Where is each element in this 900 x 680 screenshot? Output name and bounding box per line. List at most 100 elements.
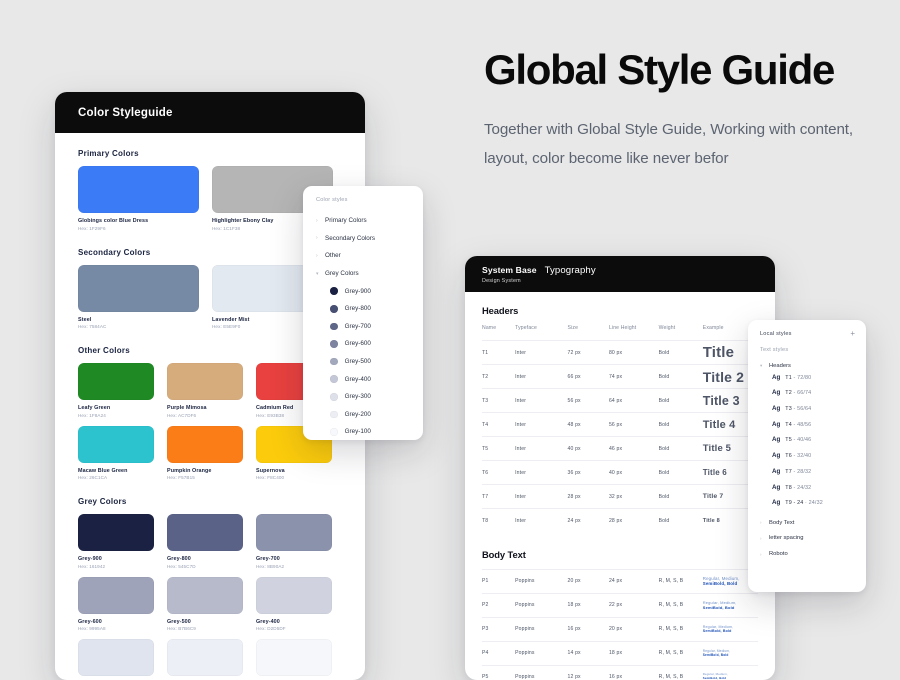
color-styles-item-label: Grey-900 — [345, 288, 371, 295]
color-swatch-hex: Hex: F8C400 — [256, 475, 332, 480]
local-styles-header: Local styles + — [748, 330, 866, 338]
color-swatch[interactable]: Grey-400Hex: D2D5DF — [256, 577, 332, 632]
local-styles-group-headers[interactable]: ▾ Headers — [748, 358, 866, 374]
color-swatch[interactable]: Grey-800Hex: 545C7D — [167, 514, 243, 569]
color-styles-item-label: Grey-500 — [345, 358, 371, 365]
color-styles-item-label: Grey-700 — [345, 323, 371, 330]
typography-card-body: Headers NameTypefaceSizeLine HeightWeigh… — [465, 292, 775, 680]
color-swatch[interactable]: Leafy GreenHex: 1F8A24 — [78, 363, 154, 418]
chevron-right-icon: › — [316, 253, 325, 259]
color-swatch[interactable]: Grey-200Hex: E1F1F8 — [167, 639, 243, 680]
color-swatch-chip[interactable] — [167, 577, 243, 614]
color-styles-item[interactable]: Grey-100 — [303, 423, 423, 441]
color-swatch[interactable]: Grey-300Hex: D8E5ED — [78, 639, 154, 680]
color-swatch-chip[interactable] — [167, 363, 243, 400]
color-swatch[interactable]: Globings color Blue DressHex: 1F29F6 — [78, 166, 199, 231]
color-styles-item[interactable]: Grey-900 — [303, 282, 423, 300]
color-swatch-hex: Hex: 545C7D — [167, 564, 243, 569]
color-swatch[interactable]: Grey-600Hex: 9995A8 — [78, 577, 154, 632]
cell-typeface: Inter — [515, 437, 567, 461]
color-swatch-chip[interactable] — [256, 639, 332, 676]
local-styles-item-meta: T3 - 56/64 — [785, 406, 811, 412]
color-swatch[interactable]: Grey-900Hex: 161942 — [78, 514, 154, 569]
color-styles-item[interactable]: Grey-700 — [303, 318, 423, 336]
local-styles-item[interactable]: AgT3 - 56/64 — [748, 405, 866, 421]
color-styles-item[interactable]: Grey-500 — [303, 353, 423, 371]
table-column-header: Size — [568, 325, 609, 341]
color-swatch[interactable]: SteelHex: 7584AC — [78, 265, 199, 330]
color-swatch[interactable]: Grey-100Hex: F8F9FD — [256, 639, 332, 680]
color-styles-group[interactable]: ▾Grey Colors — [303, 265, 423, 283]
cell-name: T1 — [482, 341, 515, 365]
local-styles-item[interactable]: AgT4 - 48/56 — [748, 421, 866, 437]
color-styles-item[interactable]: Grey-400 — [303, 370, 423, 388]
local-styles-item[interactable]: AgT2 - 66/74 — [748, 389, 866, 405]
color-swatch[interactable]: Grey-700Hex: 8B90A2 — [256, 514, 332, 569]
color-swatch-chip[interactable] — [78, 639, 154, 676]
color-styles-group-list: ›Primary Colors›Secondary Colors›Other▾G… — [303, 212, 423, 282]
color-dot-icon — [330, 358, 338, 366]
color-swatch-hex: Hex: 1F29F6 — [78, 226, 199, 231]
cell-typeface: Inter — [515, 461, 567, 485]
color-swatch-chip[interactable] — [78, 514, 154, 551]
headers-table-body: T1Inter72 px80 pxBoldTitleT2Inter66 px74… — [482, 341, 758, 533]
color-swatch-chip[interactable] — [78, 265, 199, 312]
cell-typeface: Poppins — [515, 569, 567, 593]
table-row: T4Inter48 px56 pxBoldTitle 4 — [482, 413, 758, 437]
local-styles-item-list: AgT1 - 72/80AgT2 - 66/74AgT3 - 56/64AgT4… — [748, 374, 866, 515]
color-styles-group[interactable]: ›Other — [303, 247, 423, 265]
color-swatch-chip[interactable] — [167, 514, 243, 551]
local-styles-item[interactable]: AgT6 - 32/40 — [748, 452, 866, 468]
color-swatch-chip[interactable] — [78, 426, 154, 463]
table-row: P4Poppins14 px18 pxR, M, S, BRegular, Me… — [482, 641, 758, 665]
cell-size: 14 px — [568, 641, 609, 665]
color-styles-group[interactable]: ›Secondary Colors — [303, 230, 423, 248]
color-swatch[interactable]: Purple MimosaHex: AC7DF6 — [167, 363, 243, 418]
cell-example: Regular, Medium,SemiBold, Bold — [703, 665, 758, 680]
cell-size: 12 px — [568, 665, 609, 680]
color-styles-item[interactable]: Grey-300 — [303, 388, 423, 406]
local-styles-item[interactable]: AgT1 - 72/80 — [748, 374, 866, 390]
color-styles-group[interactable]: ›Primary Colors — [303, 212, 423, 230]
local-styles-group[interactable]: ›letter spacing — [748, 531, 866, 547]
color-swatch-chip[interactable] — [256, 577, 332, 614]
color-swatch-chip[interactable] — [167, 639, 243, 676]
color-swatch-chip[interactable] — [78, 363, 154, 400]
cell-typeface: Poppins — [515, 665, 567, 680]
color-swatch[interactable]: Grey-500Hex: B7B6C9 — [167, 577, 243, 632]
color-styles-item-label: Grey-800 — [345, 305, 371, 312]
color-styles-item-list: Grey-900 Grey-800 Grey-700 Grey-600 Grey-500… — [303, 282, 423, 440]
color-swatch-hex: Hex: D2D5DF — [256, 626, 332, 631]
color-swatch-chip[interactable] — [78, 577, 154, 614]
table-row: P1Poppins20 px24 pxR, M, S, BRegular, Me… — [482, 569, 758, 593]
local-styles-group[interactable]: ›Roboto — [748, 546, 866, 562]
color-swatch-chip[interactable] — [256, 514, 332, 551]
local-styles-group[interactable]: ›Body Text — [748, 515, 866, 531]
plus-icon[interactable]: + — [850, 330, 855, 338]
color-dot-icon — [330, 340, 338, 348]
headers-table: NameTypefaceSizeLine HeightWeightExample… — [482, 325, 758, 533]
color-swatch[interactable]: Macaw Blue GreenHex: 26C1CA — [78, 426, 154, 481]
typography-card-title-2: Typography — [545, 265, 596, 276]
table-column-header: Line Height — [609, 325, 659, 341]
local-styles-item[interactable]: AgT8 - 24/32 — [748, 484, 866, 500]
text-styles-label: Text styles — [748, 338, 866, 358]
ag-preview-glyph: Ag — [772, 452, 780, 459]
color-swatch[interactable]: Pumpkin OrangeHex: F57B15 — [167, 426, 243, 481]
local-styles-item-meta: T5 - 40/46 — [785, 437, 811, 443]
color-dot-icon — [330, 287, 338, 295]
table-row: T2Inter66 px74 pxBoldTitle 2 — [482, 365, 758, 389]
color-swatch-chip[interactable] — [78, 166, 199, 213]
color-styles-item[interactable]: Grey-800 — [303, 300, 423, 318]
color-swatch-name: Grey-500 — [167, 619, 243, 625]
local-styles-item[interactable]: AgT9 - 24 · 24/32 — [748, 499, 866, 515]
local-styles-item[interactable]: AgT7 - 28/32 — [748, 468, 866, 484]
local-styles-item[interactable]: AgT5 - 40/46 — [748, 436, 866, 452]
ag-preview-glyph: Ag — [772, 374, 780, 381]
color-swatch-chip[interactable] — [167, 426, 243, 463]
color-styles-item[interactable]: Grey-200 — [303, 406, 423, 424]
cell-line-height: 32 px — [609, 485, 659, 509]
color-styles-item[interactable]: Grey-600 — [303, 335, 423, 353]
cell-size: 40 px — [568, 437, 609, 461]
cell-name: T2 — [482, 365, 515, 389]
